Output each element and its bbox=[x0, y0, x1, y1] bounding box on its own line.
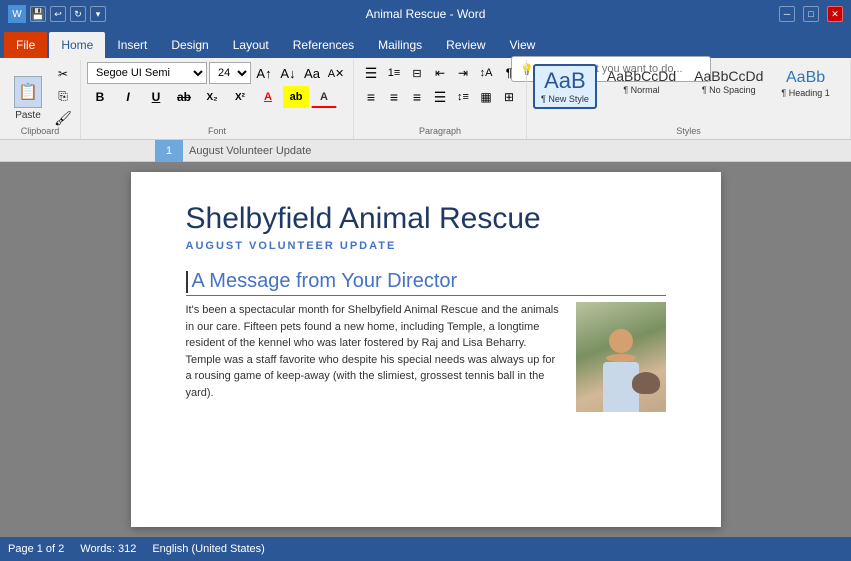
title-bar: W 💾 ↩ ↻ ▾ Animal Rescue - Word ─ □ ✕ bbox=[0, 0, 851, 28]
style-heading1[interactable]: AaBb ¶ Heading 1 bbox=[773, 64, 837, 103]
style-normal[interactable]: AaBbCcDd ¶ Normal bbox=[599, 64, 684, 100]
photo-placeholder bbox=[576, 302, 666, 412]
style-normal-label: ¶ Normal bbox=[623, 85, 659, 95]
paragraph-label: Paragraph bbox=[354, 126, 526, 136]
tab-mailings[interactable]: Mailings bbox=[366, 32, 434, 58]
status-bar: Page 1 of 2 Words: 312 English (United S… bbox=[0, 537, 851, 561]
paste-button[interactable]: 📋 Paste bbox=[6, 62, 50, 135]
document-body: It's been a spectacular month for Shelby… bbox=[186, 302, 666, 412]
style-heading1-preview: AaBb bbox=[786, 69, 825, 87]
change-case-button[interactable]: Aa bbox=[301, 62, 323, 84]
clipboard-label: Clipboard bbox=[0, 126, 80, 136]
ribbon: 📋 Paste ✂ ⎘ 🖌 Clipboard Segoe UI Semi 24… bbox=[0, 58, 851, 140]
justify-button[interactable]: ☰ bbox=[429, 86, 451, 108]
font-size-select[interactable]: 24 bbox=[209, 62, 251, 84]
underline-button[interactable]: U bbox=[143, 86, 169, 108]
italic-button[interactable]: I bbox=[115, 86, 141, 108]
tab-home[interactable]: Home bbox=[49, 32, 105, 58]
document-image bbox=[576, 302, 666, 412]
increase-indent-button[interactable]: ⇥ bbox=[452, 62, 474, 84]
font-label: Font bbox=[81, 126, 353, 136]
document-heading1: A Message from Your Director bbox=[186, 270, 666, 296]
decrease-indent-button[interactable]: ⇤ bbox=[429, 62, 451, 84]
redo-button[interactable]: ↻ bbox=[70, 6, 86, 22]
style-heading1-label: ¶ Heading 1 bbox=[781, 88, 829, 98]
style-normal-preview: AaBbCcDd bbox=[607, 69, 676, 84]
bold-button[interactable]: B bbox=[87, 86, 113, 108]
superscript-button[interactable]: X² bbox=[227, 86, 253, 108]
document-title: Shelbyfield Animal Rescue bbox=[186, 202, 666, 236]
document-page[interactable]: Shelbyfield Animal Rescue AUGUST VOLUNTE… bbox=[131, 172, 721, 527]
paste-icon: 📋 bbox=[14, 76, 42, 108]
page-number: 1 bbox=[166, 145, 172, 157]
style-no-spacing[interactable]: AaBbCcDd ¶ No Spacing bbox=[686, 64, 771, 100]
page-info: Page 1 of 2 bbox=[8, 543, 64, 555]
word-icon: W bbox=[8, 5, 26, 23]
style-new-style-label: ¶ New Style bbox=[541, 94, 589, 104]
document-area: Shelbyfield Animal Rescue AUGUST VOLUNTE… bbox=[0, 162, 851, 537]
shading-button[interactable]: ▦ bbox=[475, 86, 497, 108]
undo-button[interactable]: ↩ bbox=[50, 6, 66, 22]
font-color-button[interactable]: A bbox=[311, 86, 337, 108]
clipboard-group: 📋 Paste ✂ ⎘ 🖌 Clipboard bbox=[0, 60, 81, 139]
tab-view[interactable]: View bbox=[498, 32, 548, 58]
clear-formatting-button[interactable]: A✕ bbox=[325, 62, 347, 84]
show-formatting-button[interactable]: ¶ bbox=[498, 62, 520, 84]
increase-font-button[interactable]: A↑ bbox=[253, 62, 275, 84]
font-group: Segoe UI Semi 24 A↑ A↓ Aa A✕ B I U ab X₂… bbox=[81, 60, 354, 139]
text-cursor bbox=[186, 271, 188, 293]
highlight-button[interactable]: ab bbox=[283, 86, 309, 108]
style-new-style[interactable]: AaB ¶ New Style bbox=[533, 64, 597, 109]
style-nospace-label: ¶ No Spacing bbox=[702, 85, 756, 95]
close-button[interactable]: ✕ bbox=[827, 6, 843, 22]
ruler-area: 1 August Volunteer Update bbox=[0, 140, 851, 162]
tab-layout[interactable]: Layout bbox=[221, 32, 281, 58]
copy-button[interactable]: ⎘ bbox=[52, 86, 74, 106]
page-label: August Volunteer Update bbox=[189, 145, 311, 157]
align-right-button[interactable]: ≡ bbox=[406, 86, 428, 108]
numbering-button[interactable]: 1≡ bbox=[383, 62, 405, 84]
ribbon-tabs: File Home Insert Design Layout Reference… bbox=[0, 28, 851, 58]
subscript-button[interactable]: X₂ bbox=[199, 86, 225, 108]
paragraph-group: ☰ 1≡ ⊟ ⇤ ⇥ ↕A ¶ ≡ ≡ ≡ ☰ ↕≡ ▦ ⊞ Paragraph bbox=[354, 60, 527, 139]
document-body-text[interactable]: It's been a spectacular month for Shelby… bbox=[186, 302, 564, 412]
line-spacing-button[interactable]: ↕≡ bbox=[452, 86, 474, 108]
tab-references[interactable]: References bbox=[281, 32, 366, 58]
language: English (United States) bbox=[152, 543, 265, 555]
save-button[interactable]: 💾 bbox=[30, 6, 46, 22]
tab-review[interactable]: Review bbox=[434, 32, 497, 58]
text-color-button[interactable]: A bbox=[255, 86, 281, 108]
tab-insert[interactable]: Insert bbox=[105, 32, 159, 58]
styles-group: AaB ¶ New Style AaBbCcDd ¶ Normal AaBbCc… bbox=[527, 60, 851, 139]
document-subtitle: AUGUST VOLUNTEER UPDATE bbox=[186, 240, 666, 252]
format-painter-button[interactable]: 🖌 bbox=[52, 108, 74, 128]
style-new-style-preview: AaB bbox=[544, 69, 586, 93]
page-number-box: 1 bbox=[155, 140, 183, 162]
tab-file[interactable]: File bbox=[4, 32, 47, 58]
style-nospace-preview: AaBbCcDd bbox=[694, 69, 763, 84]
font-name-select[interactable]: Segoe UI Semi bbox=[87, 62, 207, 84]
align-center-button[interactable]: ≡ bbox=[383, 86, 405, 108]
word-count: Words: 312 bbox=[80, 543, 136, 555]
styles-label: Styles bbox=[527, 126, 850, 136]
borders-button[interactable]: ⊞ bbox=[498, 86, 520, 108]
multilevel-button[interactable]: ⊟ bbox=[406, 62, 428, 84]
maximize-button[interactable]: □ bbox=[803, 6, 819, 22]
sort-button[interactable]: ↕A bbox=[475, 62, 497, 84]
title-bar-controls[interactable]: W 💾 ↩ ↻ ▾ bbox=[8, 5, 106, 23]
strikethrough-button[interactable]: ab bbox=[171, 86, 197, 108]
customize-button[interactable]: ▾ bbox=[90, 6, 106, 22]
bullets-button[interactable]: ☰ bbox=[360, 62, 382, 84]
align-left-button[interactable]: ≡ bbox=[360, 86, 382, 108]
decrease-font-button[interactable]: A↓ bbox=[277, 62, 299, 84]
minimize-button[interactable]: ─ bbox=[779, 6, 795, 22]
cut-button[interactable]: ✂ bbox=[52, 64, 74, 84]
window-title: Animal Rescue - Word bbox=[366, 7, 486, 21]
tab-design[interactable]: Design bbox=[159, 32, 220, 58]
